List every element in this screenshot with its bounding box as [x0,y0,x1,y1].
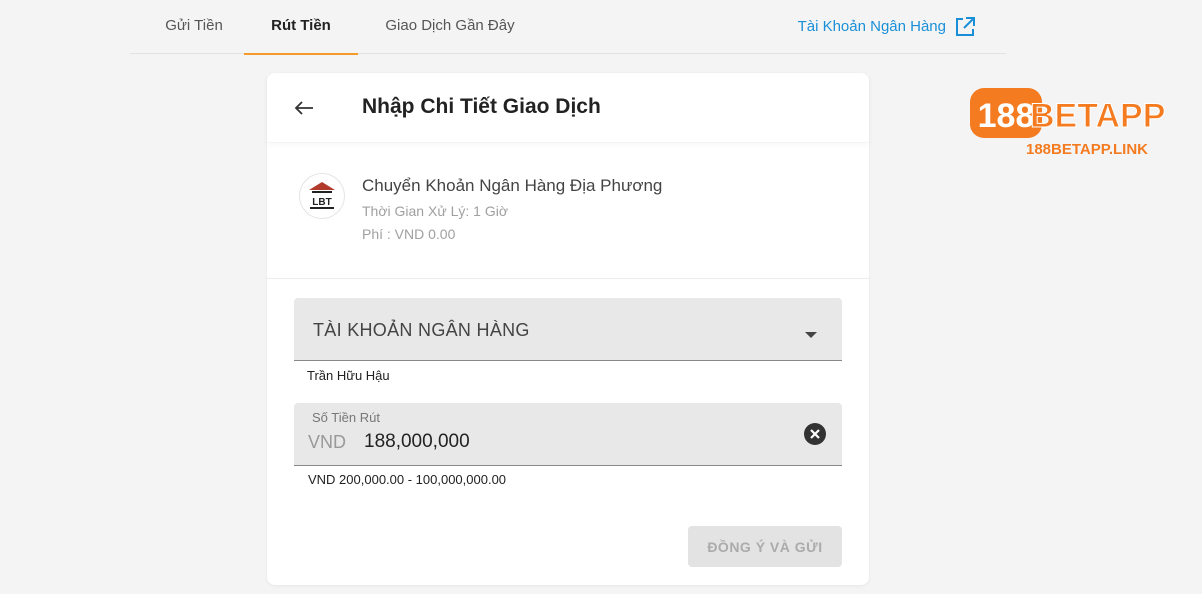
amount-label: Số Tiền Rút [312,410,380,425]
amount-input[interactable] [364,427,784,457]
tab-recent-transactions[interactable]: Giao Dịch Gần Đây [380,0,520,54]
method-name: Chuyển Khoản Ngân Hàng Địa Phương [362,176,663,195]
svg-text:188: 188 [978,97,1035,135]
withdraw-amount-field: Số Tiền Rút VND [294,403,842,466]
external-link-icon [954,16,976,38]
arrow-left-icon[interactable] [291,95,317,121]
bank-account-select-label: TÀI KHOẢN NGÂN HÀNG [313,320,530,340]
submit-button[interactable]: ĐỒNG Ý VÀ GỬI [688,526,842,567]
payment-method: LBT Chuyển Khoản Ngân Hàng Địa Phương Th… [267,163,869,279]
tab-withdraw[interactable]: Rút Tiền [244,0,358,55]
processing-time: Thời Gian Xử Lý: 1 Giờ [362,203,509,219]
amount-range-hint: VND 200,000.00 - 100,000,000.00 [308,472,507,487]
transaction-card: Nhập Chi Tiết Giao Dịch LBT Chuyển Khoản… [267,73,869,585]
svg-text:LBT: LBT [312,197,331,208]
fee: Phí : VND 0.00 [362,226,456,242]
card-title: Nhập Chi Tiết Giao Dịch [362,95,601,118]
currency-prefix: VND [308,432,347,452]
bank-account-link[interactable]: Tài Khoản Ngân Hàng [798,0,976,54]
bank-account-select[interactable]: TÀI KHOẢN NGÂN HÀNG [294,298,842,361]
top-navigation: Gửi Tiền Rút Tiền Giao Dịch Gần Đây Tài … [130,0,1006,55]
account-holder-name: Trần Hữu Hậu [307,368,390,383]
tab-deposit[interactable]: Gửi Tiền [144,0,244,54]
svg-text:188BETAPP.LINK: 188BETAPP.LINK [1026,141,1148,158]
caret-down-icon [804,326,818,344]
svg-text:BETAPP: BETAPP [1030,97,1165,135]
card-header: Nhập Chi Tiết Giao Dịch [267,73,869,143]
clear-circle-icon[interactable] [804,423,826,445]
bank-account-link-label: Tài Khoản Ngân Hàng [797,18,946,35]
bank-logo-icon: LBT [299,173,345,219]
brand-watermark: 188 BETAPP 188BETAPP.LINK [968,84,1168,164]
